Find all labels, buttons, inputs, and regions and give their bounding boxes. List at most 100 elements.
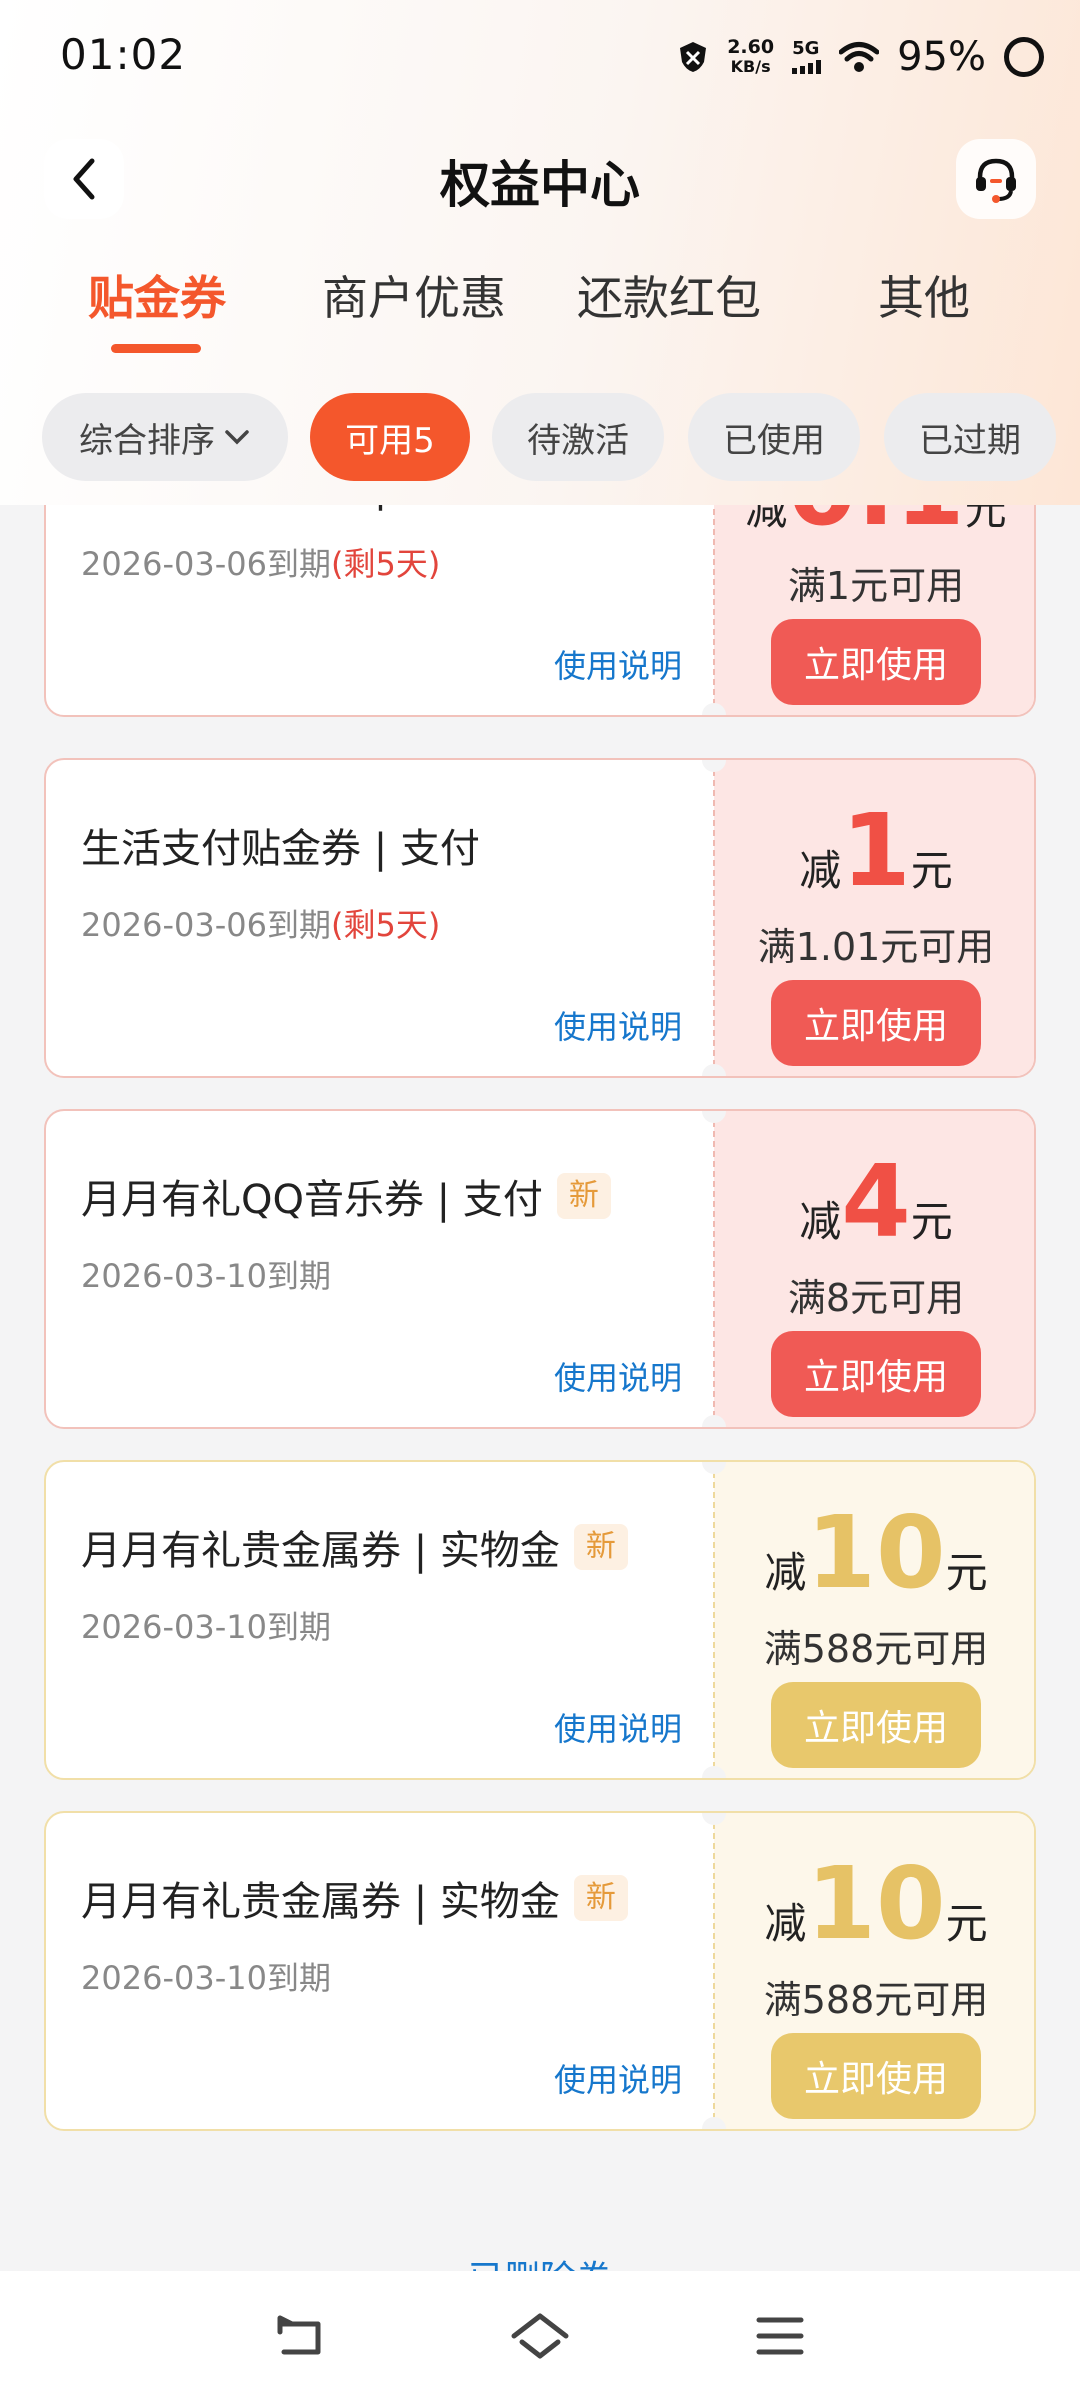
filter-used[interactable]: 已使用: [688, 393, 860, 481]
usage-instructions-link[interactable]: 使用说明: [554, 1353, 682, 1399]
coupon-amount: 减10元: [714, 1849, 1034, 1959]
coupon-expiry: 2026-03-10到期: [81, 1251, 331, 1297]
usage-instructions-link[interactable]: 使用说明: [554, 641, 682, 687]
use-now-button[interactable]: 立即使用: [771, 980, 981, 1066]
page-header: 权益中心: [0, 135, 1080, 235]
coupon-name-text: 月月有礼贵金属券 | 实物金: [81, 1528, 560, 1574]
amount-value: 0.1: [787, 505, 964, 548]
usage-instructions-link[interactable]: 使用说明: [554, 1704, 682, 1750]
filter-pending-activation[interactable]: 待激活: [492, 393, 664, 481]
usage-instructions-link[interactable]: 使用说明: [554, 1002, 682, 1048]
nav-home-icon: [511, 2313, 569, 2359]
coupon-condition: 满1元可用: [787, 564, 965, 608]
coupon-list[interactable]: 消费商品抵扣券 | 支付 2026-03-06到期(剩5天) 使用说明 减0.1…: [0, 505, 1080, 2271]
filter-expired[interactable]: 已过期: [884, 393, 1056, 481]
amount-prefix: 减: [764, 1899, 807, 1948]
coupon-expiry: 2026-03-06到期(剩5天): [81, 900, 440, 946]
new-badge: 新: [573, 1875, 628, 1921]
sort-label: 综合排序: [79, 420, 215, 461]
tab-other[interactable]: 其他: [878, 262, 970, 328]
coupon-name-text: 月月有礼贵金属券 | 实物金: [81, 1879, 560, 1925]
use-now-button[interactable]: 立即使用: [771, 619, 981, 705]
coupon-info: 月月有礼QQ音乐券 | 支付新 2026-03-10到期 使用说明: [46, 1111, 714, 1427]
coupon-value-panel: 减4元 满8元可用 立即使用: [714, 1111, 1034, 1427]
category-tabs: 贴金券 商户优惠 还款红包 其他: [0, 262, 1080, 362]
coupon-expiry-date: 2026-03-10到期: [81, 1608, 331, 1646]
tab-merchant-offers[interactable]: 商户优惠: [322, 262, 506, 328]
sort-dropdown[interactable]: 综合排序: [42, 393, 288, 481]
coupon-condition: 满1.01元可用: [757, 925, 995, 969]
shield-status-icon: [680, 42, 707, 72]
coupon-remaining-days: (剩5天): [330, 545, 441, 583]
battery-icon: [1004, 37, 1044, 77]
status-icons: 2.60 KB/s 5G 95%: [677, 30, 1044, 84]
nav-back-button[interactable]: [270, 2311, 330, 2361]
coupon-divider: [713, 1111, 715, 1427]
net-speed-value: 2.60: [727, 36, 775, 58]
use-now-button[interactable]: 立即使用: [771, 2033, 981, 2119]
tab-gold-coupon[interactable]: 贴金券: [88, 262, 226, 328]
coupon-expiry-date: 2026-03-10到期: [81, 1257, 331, 1295]
amount-prefix: 减: [799, 846, 842, 895]
status-time: 01:02: [60, 30, 187, 79]
wifi-icon: [839, 42, 880, 72]
nav-back-icon: [277, 2315, 321, 2355]
customer-service-button[interactable]: [956, 139, 1036, 219]
headset-icon: [976, 158, 1016, 203]
coupon-card: 消费商品抵扣券 | 支付 2026-03-06到期(剩5天) 使用说明 减0.1…: [44, 505, 1036, 717]
network-type-label: 5G: [792, 38, 820, 59]
nav-menu-icon: [756, 2317, 804, 2355]
amount-unit: 元: [964, 505, 1007, 534]
tab-repayment-red-packet[interactable]: 还款红包: [577, 262, 761, 328]
deleted-coupons-link[interactable]: 已删除券: [0, 2250, 1080, 2271]
coupon-expiry-date: 2026-03-06到期: [81, 545, 331, 583]
system-navigation-bar: [0, 2271, 1080, 2400]
coupon-name: 月月有礼贵金属券 | 实物金新: [81, 1869, 628, 1927]
amount-unit: 元: [945, 1899, 988, 1948]
coupon-condition: 满588元可用: [763, 1627, 989, 1671]
coupon-info: 月月有礼贵金属券 | 实物金新 2026-03-10到期 使用说明: [46, 1813, 714, 2129]
page-title: 权益中心: [440, 156, 640, 214]
coupon-condition: 满588元可用: [763, 1978, 989, 2022]
coupon-expiry-date: 2026-03-06到期: [81, 906, 331, 944]
coupon-amount: 减4元: [714, 1147, 1034, 1257]
nav-home-button[interactable]: [510, 2311, 570, 2361]
coupon-divider: [713, 760, 715, 1076]
coupon-info: 消费商品抵扣券 | 支付 2026-03-06到期(剩5天) 使用说明: [46, 505, 714, 715]
battery-level: 95%: [897, 34, 986, 80]
amount-unit: 元: [910, 1197, 953, 1246]
net-speed: 2.60 KB/s: [727, 37, 774, 77]
amount-value: 4: [841, 1143, 911, 1260]
filter-bar: 综合排序 可用5 待激活 已使用 已过期: [0, 393, 1080, 483]
coupon-info: 月月有礼贵金属券 | 实物金新 2026-03-10到期 使用说明: [46, 1462, 714, 1778]
coupon-name-text: 月月有礼QQ音乐券 | 支付: [81, 1177, 543, 1223]
new-badge: 新: [573, 1524, 628, 1570]
nav-menu-button[interactable]: [750, 2311, 810, 2361]
chevron-down-icon: [225, 430, 249, 445]
coupon-value-panel: 减10元 满588元可用 立即使用: [714, 1462, 1034, 1778]
coupon-divider: [713, 1462, 715, 1778]
usage-instructions-link[interactable]: 使用说明: [554, 2055, 682, 2101]
status-bar: 01:02 2.60 KB/s 5G 95%: [0, 0, 1080, 115]
amount-value: 10: [806, 1845, 946, 1962]
coupon-card: 月月有礼QQ音乐券 | 支付新 2026-03-10到期 使用说明 减4元 满8…: [44, 1109, 1036, 1429]
coupon-divider: [713, 1813, 715, 2129]
coupon-name: 消费商品抵扣券 | 支付: [81, 505, 480, 513]
coupon-name: 月月有礼QQ音乐券 | 支付新: [81, 1167, 611, 1225]
use-now-button[interactable]: 立即使用: [771, 1331, 981, 1417]
coupon-expiry-date: 2026-03-10到期: [81, 1959, 331, 1997]
new-badge: 新: [556, 1173, 611, 1219]
coupon-amount: 减10元: [714, 1498, 1034, 1608]
coupon-name-text: 生活支付贴金券 | 支付: [81, 826, 480, 872]
amount-value: 10: [806, 1494, 946, 1611]
amount-prefix: 减: [764, 1548, 807, 1597]
coupon-name-text: 消费商品抵扣券 | 支付: [81, 505, 480, 513]
coupon-value-panel: 减10元 满588元可用 立即使用: [714, 1813, 1034, 2129]
net-speed-unit: KB/s: [730, 57, 771, 76]
coupon-value-panel: 减0.1元 满1元可用 立即使用: [714, 505, 1034, 715]
filter-available[interactable]: 可用5: [310, 393, 470, 481]
coupon-expiry: 2026-03-06到期(剩5天): [81, 539, 440, 585]
signal-icon: [792, 60, 822, 74]
use-now-button[interactable]: 立即使用: [771, 1682, 981, 1768]
coupon-value-panel: 减1元 满1.01元可用 立即使用: [714, 760, 1034, 1076]
